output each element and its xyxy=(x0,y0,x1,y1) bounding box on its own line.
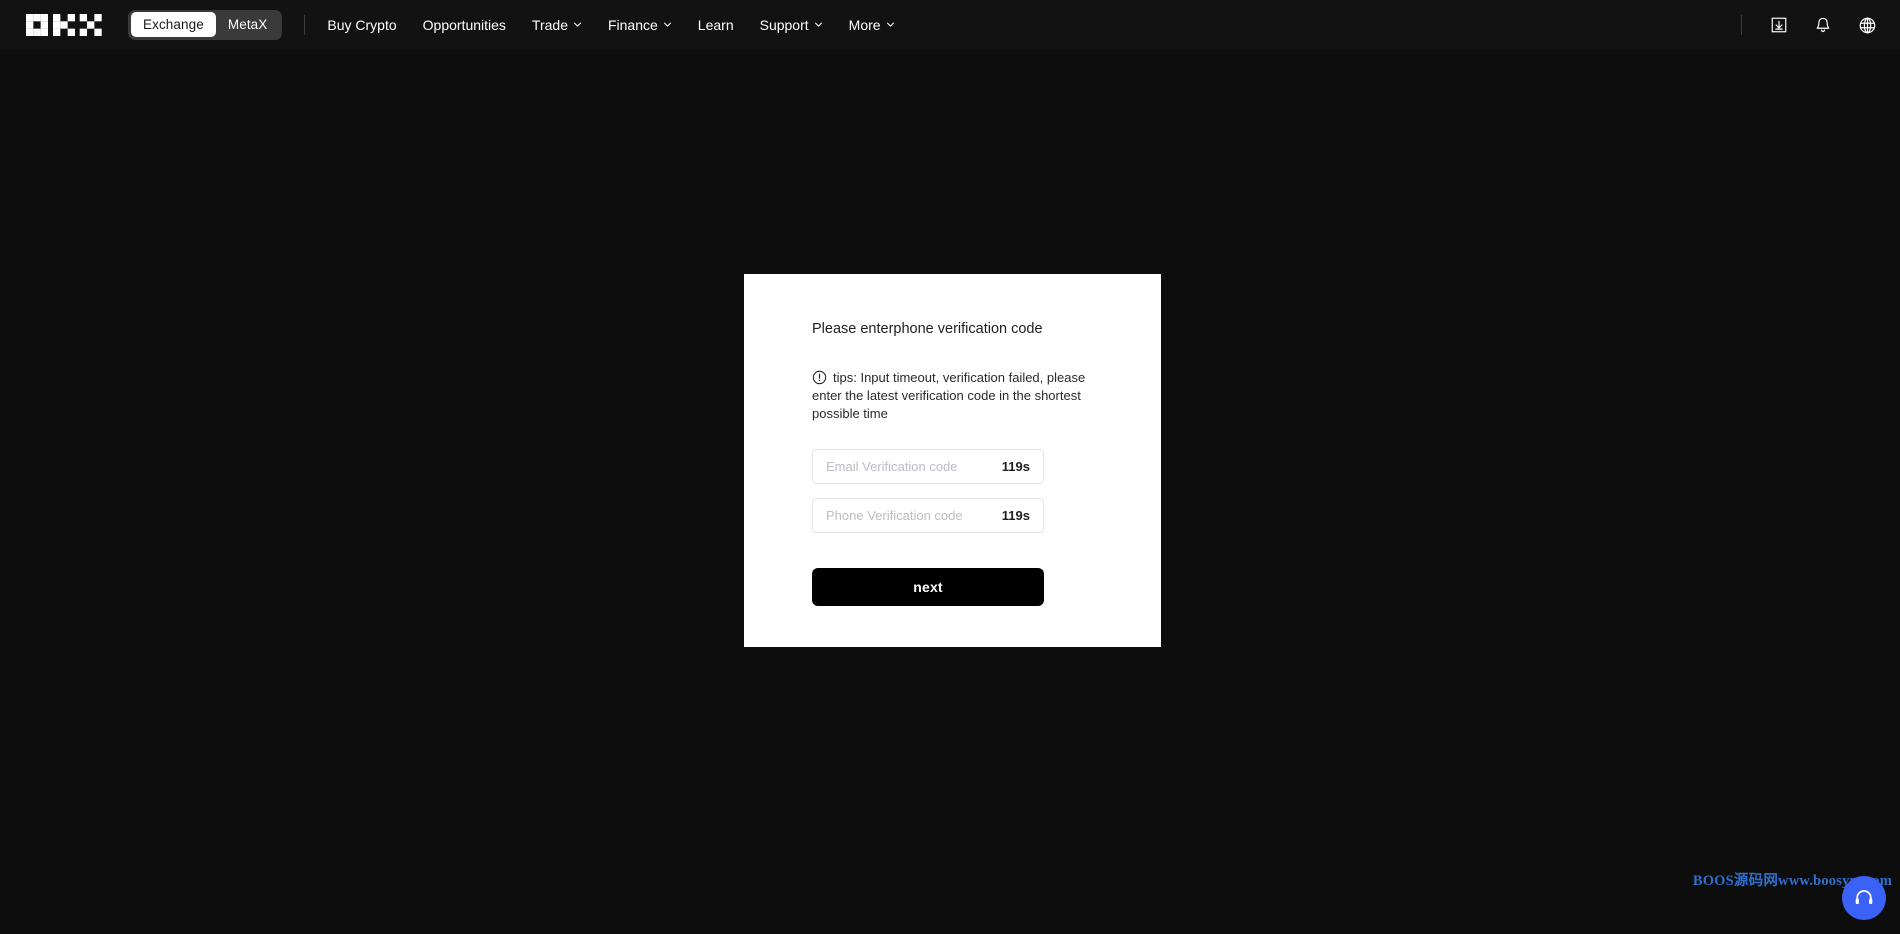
page-stage: Please enterphone verification code tips… xyxy=(0,50,1900,934)
exclamation-circle-icon xyxy=(812,370,827,385)
chevron-down-icon xyxy=(573,22,582,27)
nav-item-opportunities[interactable]: Opportunities xyxy=(423,17,506,33)
globe-icon[interactable] xyxy=(1856,14,1878,36)
nav-item-learn[interactable]: Learn xyxy=(698,17,734,33)
nav-item-label: Buy Crypto xyxy=(327,16,397,33)
support-chat-button[interactable] xyxy=(1842,876,1886,920)
nav-item-label: Trade xyxy=(531,16,568,33)
toggle-option-metax[interactable]: MetaX xyxy=(216,12,280,38)
tips-text: tips: Input timeout, verification failed… xyxy=(812,369,1086,421)
nav-item-trade[interactable]: Trade xyxy=(532,17,582,33)
tips-message: tips: Input timeout, verification failed… xyxy=(812,369,1095,423)
navbar-left-group: Exchange MetaX Buy Crypto Opportunities … xyxy=(26,9,895,40)
headset-icon xyxy=(1855,890,1873,905)
verification-card: Please enterphone verification code tips… xyxy=(744,274,1161,647)
nav-item-support[interactable]: Support xyxy=(760,17,823,33)
card-title: Please enterphone verification code xyxy=(812,321,1043,337)
navbar-right-divider xyxy=(1741,15,1742,35)
phone-verification-code-field[interactable]: 119s xyxy=(812,497,1044,533)
bell-icon[interactable] xyxy=(1812,14,1834,36)
nav-item-label: Opportunities xyxy=(422,16,506,33)
exchange-metax-toggle[interactable]: Exchange MetaX xyxy=(128,9,283,40)
navbar-links: Buy Crypto Opportunities Trade Finance L… xyxy=(327,17,894,33)
okx-logo[interactable] xyxy=(26,13,102,36)
chevron-down-icon xyxy=(814,22,822,27)
verification-card-body: Please enterphone verification code tips… xyxy=(744,274,1161,606)
email-countdown-label[interactable]: 119s xyxy=(1002,459,1030,474)
nav-item-finance[interactable]: Finance xyxy=(608,17,672,33)
chevron-down-icon xyxy=(886,22,894,27)
phone-countdown-label[interactable]: 119s xyxy=(1002,508,1030,523)
nav-item-more[interactable]: More xyxy=(849,17,895,33)
nav-item-label: More xyxy=(848,16,881,33)
navbar-divider xyxy=(304,14,306,35)
top-navbar: Exchange MetaX Buy Crypto Opportunities … xyxy=(0,0,1900,50)
phone-verification-code-input[interactable] xyxy=(826,507,994,523)
email-verification-code-input[interactable] xyxy=(826,458,994,474)
email-verification-code-field[interactable]: 119s xyxy=(812,448,1044,484)
nav-item-buy-crypto[interactable]: Buy Crypto xyxy=(327,17,396,33)
nav-item-label: Learn xyxy=(697,16,734,33)
next-button[interactable]: next xyxy=(812,567,1044,606)
download-icon[interactable] xyxy=(1768,14,1790,36)
toggle-option-exchange[interactable]: Exchange xyxy=(131,11,216,38)
navbar-right-group xyxy=(1741,0,1878,50)
nav-item-label: Support xyxy=(759,16,809,33)
nav-item-label: Finance xyxy=(607,16,658,33)
chevron-down-icon xyxy=(663,22,671,27)
